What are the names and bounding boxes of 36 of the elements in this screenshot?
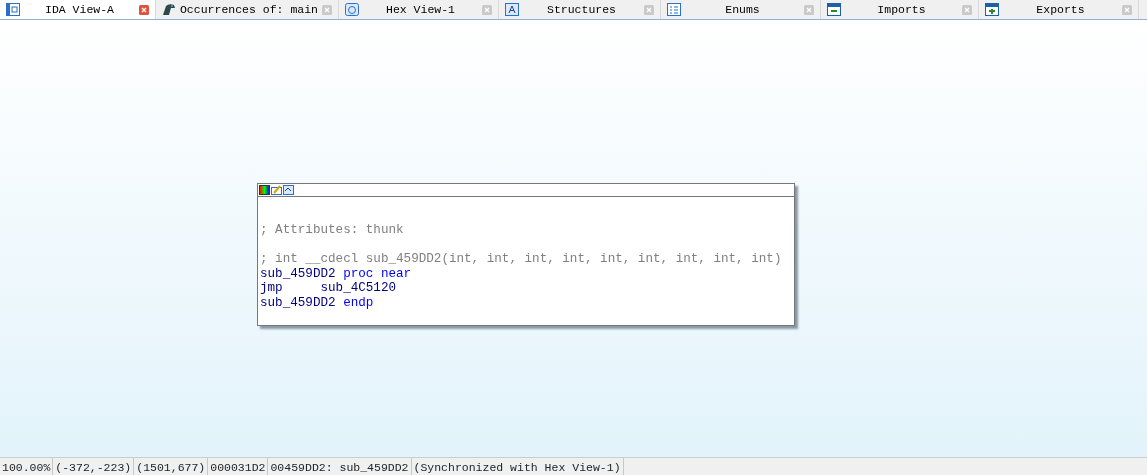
- code-line: ; int __cdecl sub_459DD2(int, int, int, int, int, int, int, int, int): [260, 252, 782, 267]
- table-icon: [827, 3, 841, 16]
- code-line: sub_459DD2 proc near: [260, 266, 412, 282]
- status-text: (-372,-223): [53, 458, 135, 475]
- status-text: (1501,677): [134, 458, 209, 475]
- status-text: 000031D2: [208, 458, 269, 475]
- disc-icon: [345, 3, 359, 16]
- letter-icon: [505, 3, 519, 16]
- close-icon[interactable]: [644, 4, 654, 15]
- status-text: 00459DD2: sub_459DD2: [268, 458, 412, 475]
- code-line: jmp sub_4C5120: [260, 281, 397, 296]
- close-icon[interactable]: [804, 4, 814, 15]
- close-icon[interactable]: [322, 4, 332, 15]
- code-line: sub_459DD2 endp: [260, 295, 374, 311]
- table-icon: [985, 3, 999, 16]
- tab-label: IDA View-A: [44, 1, 115, 18]
- status-text: 100.00%: [0, 458, 54, 475]
- tab-label: Structures: [546, 1, 617, 18]
- tab-label: Exports: [1035, 1, 1086, 18]
- close-icon[interactable]: [1122, 4, 1132, 15]
- tab-label: Enums: [724, 1, 761, 18]
- tab-label: Imports: [876, 1, 927, 18]
- list-icon: [667, 3, 681, 16]
- tab[interactable]: IDA View-A: [0, 0, 156, 19]
- bird-icon: [162, 3, 176, 16]
- close-icon[interactable]: [482, 4, 492, 15]
- window-icon: [6, 3, 20, 16]
- close-icon[interactable]: [139, 4, 149, 15]
- edit-icon[interactable]: [271, 185, 282, 195]
- tab-label: Hex View-1: [385, 1, 456, 18]
- close-icon[interactable]: [962, 4, 972, 15]
- tab-label: Occurrences of: main: [179, 1, 318, 18]
- status-text: (Synchronized with Hex View-1): [411, 458, 624, 475]
- code-line: ; Attributes: thunk: [260, 223, 404, 238]
- graph-icon[interactable]: [283, 185, 294, 195]
- color-icon[interactable]: [259, 185, 270, 195]
